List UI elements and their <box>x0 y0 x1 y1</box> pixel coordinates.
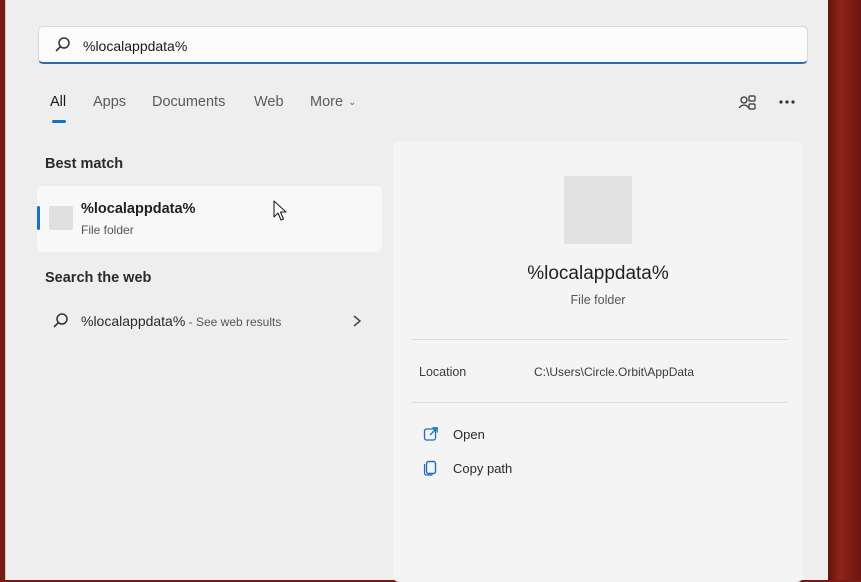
search-web-heading: Search the web <box>45 270 152 286</box>
tab-label: Apps <box>93 94 127 110</box>
copy-path-action[interactable]: Copy path <box>419 458 619 482</box>
tab-web[interactable]: Web <box>254 94 284 110</box>
search-input[interactable] <box>81 33 685 59</box>
location-value: C:\Users\Circle.Orbit\AppData <box>534 365 695 379</box>
tab-label: Web <box>254 94 284 110</box>
search-icon <box>55 37 70 52</box>
open-action[interactable]: Open <box>419 424 619 448</box>
tab-label: Documents <box>152 94 226 110</box>
start-search-panel: All Apps Documents Web More⌄ Best match … <box>5 0 828 582</box>
desktop-background <box>826 0 861 580</box>
open-external-icon <box>423 427 438 441</box>
chevron-right-icon[interactable] <box>351 314 363 328</box>
detail-title: %localappdata% <box>527 263 669 284</box>
copy-path-icon <box>423 460 437 476</box>
tab-more[interactable]: More ⌄ <box>310 94 356 110</box>
web-result-text: %localappdata% - See web results <box>81 313 281 329</box>
more-options-icon[interactable] <box>776 92 798 114</box>
tab-documents[interactable]: Documents <box>152 94 225 110</box>
action-label: Copy path <box>453 461 513 476</box>
detail-pane: %localappdata% File folder Location C:\U… <box>393 142 803 582</box>
web-search-result[interactable]: %localappdata% - See web results <box>37 302 382 340</box>
account-switch-icon[interactable] <box>736 92 758 114</box>
tab-apps[interactable]: Apps <box>93 94 126 110</box>
location-label: Location <box>419 365 467 379</box>
search-box[interactable] <box>38 26 808 64</box>
tab-all[interactable]: All <box>50 94 67 123</box>
divider <box>411 339 787 340</box>
detail-subtitle: File folder <box>570 293 626 307</box>
best-match-result[interactable]: %localappdata% File folder <box>37 186 382 252</box>
web-query: %localappdata% <box>81 313 186 329</box>
search-icon <box>53 313 68 328</box>
folder-icon <box>49 206 73 230</box>
best-match-heading: Best match <box>45 156 124 172</box>
active-tab-indicator <box>52 120 66 123</box>
folder-preview-icon <box>564 176 632 244</box>
mouse-cursor-icon <box>273 200 287 221</box>
chevron-down-icon: ⌄ <box>348 97 357 108</box>
result-subtitle: File folder <box>81 223 134 237</box>
action-label: Open <box>453 427 485 442</box>
tab-label: All <box>50 94 67 110</box>
selection-indicator <box>37 206 40 230</box>
result-title: %localappdata% <box>81 201 196 217</box>
web-hint: - See web results <box>185 315 282 329</box>
divider <box>411 402 787 403</box>
tab-label: More <box>310 94 344 110</box>
